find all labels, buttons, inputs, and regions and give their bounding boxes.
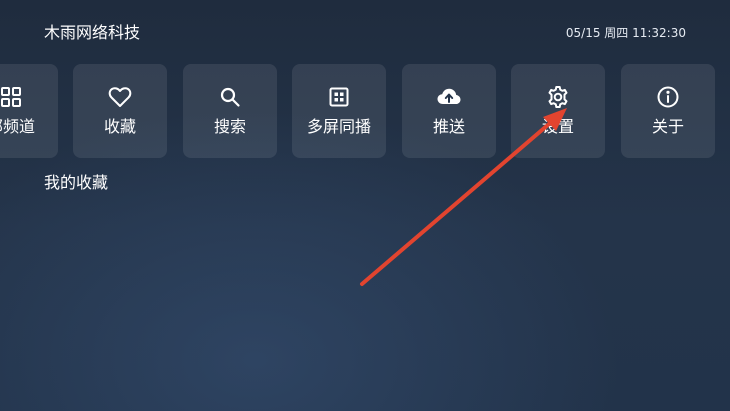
- search-icon: [183, 85, 277, 109]
- gear-icon: [511, 85, 605, 109]
- tile-label-settings: 设置: [541, 117, 574, 136]
- tile-push[interactable]: 推送: [402, 64, 496, 158]
- favorites-section-title: 我的收藏: [44, 173, 109, 192]
- tile-search[interactable]: 搜索: [183, 64, 277, 158]
- grid-icon: [0, 85, 58, 109]
- tile-multi-screen[interactable]: 多屏同播: [292, 64, 386, 158]
- tile-label-all-channels: 部频道: [0, 117, 35, 136]
- cloud-upload-icon: [402, 85, 496, 109]
- app-title: 木雨网络科技: [44, 23, 141, 42]
- nav-tile-row: 部频道 收藏 搜索 多屏同播: [0, 64, 730, 158]
- tile-settings[interactable]: 设置: [511, 64, 605, 158]
- tile-all-channels[interactable]: 部频道: [0, 64, 58, 158]
- tile-label-about: 关于: [651, 117, 684, 136]
- tile-label-search: 搜索: [213, 117, 246, 136]
- heart-icon: [73, 85, 167, 109]
- screen-grid-icon: [292, 85, 386, 109]
- annotation-arrow: [360, 108, 567, 286]
- tile-favorites[interactable]: 收藏: [73, 64, 167, 158]
- tile-label-push: 推送: [432, 117, 465, 136]
- tile-label-favorites: 收藏: [103, 117, 136, 136]
- datetime-display: 05/15 周四 11:32:30: [565, 26, 686, 40]
- info-icon: [621, 85, 715, 109]
- tile-about[interactable]: 关于: [621, 64, 715, 158]
- tile-label-multi-screen: 多屏同播: [306, 117, 371, 136]
